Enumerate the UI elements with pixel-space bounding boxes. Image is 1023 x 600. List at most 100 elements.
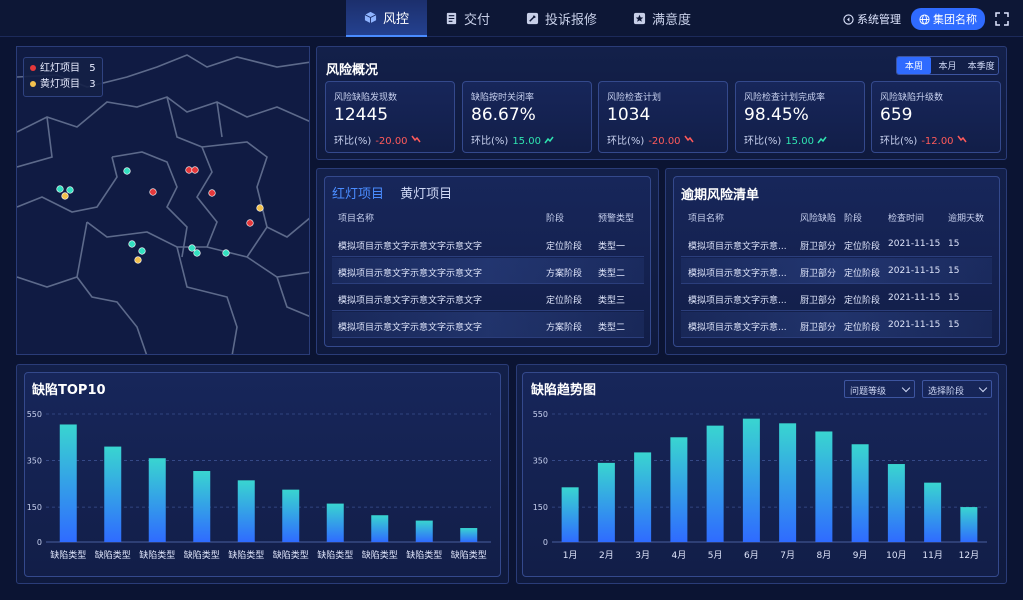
bar[interactable] bbox=[670, 437, 688, 542]
x-tick-label: 缺陷类型 bbox=[317, 549, 353, 561]
document-icon bbox=[446, 12, 457, 25]
cell-warning-type: 类型二 bbox=[598, 323, 626, 333]
stage-select-value: 选择阶段 bbox=[928, 387, 965, 397]
bar[interactable] bbox=[326, 503, 344, 542]
column-header-overdue-days: 逾期天数 bbox=[948, 214, 985, 224]
nav-tab-delivery[interactable]: 交付 bbox=[427, 0, 508, 37]
x-tick-label: 2月 bbox=[599, 550, 614, 561]
chevron-down-icon bbox=[901, 383, 911, 393]
stage-select[interactable]: 选择阶段 bbox=[922, 380, 992, 398]
bar[interactable] bbox=[924, 482, 942, 542]
bar[interactable] bbox=[415, 520, 433, 542]
period-tab-week[interactable]: 本周 bbox=[897, 57, 931, 74]
kpi-compare: 环比(%) -20.00 bbox=[334, 132, 421, 147]
legend-item-yellow[interactable]: 黄灯项目 3 bbox=[30, 77, 96, 93]
bar[interactable] bbox=[887, 464, 905, 542]
x-tick-label: 9月 bbox=[853, 550, 868, 561]
period-tab-month[interactable]: 本月 bbox=[931, 57, 965, 74]
table-row[interactable]: 模拟项目示意文字示意文字示意文字 定位阶段 类型一 bbox=[332, 231, 644, 257]
bar[interactable] bbox=[779, 423, 797, 542]
kpi-compare: 环比(%) -12.00 bbox=[880, 132, 967, 147]
yellow-project-marker bbox=[61, 192, 69, 200]
kpi-card-close-rate[interactable]: 缺陷按时关闭率 86.67% 环比(%) 15.00 bbox=[462, 81, 592, 153]
project-map[interactable]: 红灯项目 5 黄灯项目 3 bbox=[16, 46, 310, 355]
bar[interactable] bbox=[104, 446, 122, 542]
tab-red-light-projects[interactable]: 红灯项目 bbox=[332, 187, 384, 202]
x-tick-label: 缺陷类型 bbox=[139, 549, 175, 561]
bar[interactable] bbox=[706, 425, 724, 542]
x-tick-label: 8月 bbox=[817, 550, 832, 561]
cell-project-name: 模拟项目示意文字示意... bbox=[688, 242, 787, 252]
bar[interactable] bbox=[371, 515, 389, 542]
table-row[interactable]: 模拟项目示意文字示意... 厨卫部分 定位阶段 2021-11-15 15 bbox=[681, 258, 992, 284]
x-tick-label: 缺陷类型 bbox=[362, 549, 398, 561]
kpi-compare-label: 环比(%) bbox=[744, 136, 782, 147]
kpi-compare-label: 环比(%) bbox=[607, 136, 645, 147]
red-project-marker bbox=[149, 188, 157, 196]
tab-yellow-light-projects[interactable]: 黄灯项目 bbox=[400, 187, 452, 202]
bar[interactable] bbox=[851, 444, 869, 542]
nav-tab-complaints[interactable]: 投诉报修 bbox=[508, 0, 615, 37]
bar[interactable] bbox=[815, 431, 833, 542]
y-tick-label: 150 bbox=[533, 503, 548, 512]
x-tick-label: 5月 bbox=[708, 550, 723, 561]
bar[interactable] bbox=[282, 489, 300, 542]
kpi-label: 风险检查计划 bbox=[607, 93, 662, 103]
kpi-card-inspection-plans[interactable]: 风险检查计划 1034 环比(%) -20.00 bbox=[598, 81, 728, 153]
cell-overdue-days: 15 bbox=[948, 239, 960, 249]
table-row[interactable]: 模拟项目示意文字示意文字示意文字 定位阶段 类型三 bbox=[332, 285, 644, 311]
group-name-button[interactable]: 集团名称 bbox=[911, 8, 985, 30]
kpi-card-defects-found[interactable]: 风险缺陷发现数 12445 环比(%) -20.00 bbox=[325, 81, 455, 153]
trend-down-icon bbox=[410, 135, 421, 143]
bar[interactable] bbox=[193, 471, 211, 542]
cell-check-time: 2021-11-15 bbox=[888, 293, 941, 303]
kpi-card-defect-escalations[interactable]: 风险缺陷升级数 659 环比(%) -12.00 bbox=[871, 81, 1001, 153]
table-row[interactable]: 模拟项目示意文字示意文字示意文字 方案阶段 类型二 bbox=[332, 312, 644, 338]
cell-risk-defect: 厨卫部分 bbox=[800, 269, 837, 279]
kpi-delta: 15.00 bbox=[512, 136, 541, 147]
table-row[interactable]: 模拟项目示意文字示意... 厨卫部分 定位阶段 2021-11-15 15 bbox=[681, 231, 992, 257]
bar[interactable] bbox=[148, 458, 166, 542]
y-tick-label: 350 bbox=[533, 457, 548, 466]
cell-warning-type: 类型一 bbox=[598, 242, 626, 252]
cell-stage: 定位阶段 bbox=[844, 242, 881, 252]
project-marker bbox=[193, 249, 201, 257]
bar[interactable] bbox=[59, 424, 77, 542]
issue-level-select[interactable]: 问题等级 bbox=[844, 380, 915, 398]
legend-label: 红灯项目 bbox=[40, 63, 80, 74]
red-project-marker bbox=[191, 166, 199, 174]
nav-tab-satisfaction[interactable]: 满意度 bbox=[615, 0, 709, 37]
cell-project-name: 模拟项目示意文字示意文字示意文字 bbox=[338, 242, 483, 252]
bar[interactable] bbox=[742, 418, 760, 542]
nav-tab-risk[interactable]: 风控 bbox=[346, 0, 428, 37]
period-tab-quarter[interactable]: 本季度 bbox=[964, 57, 998, 74]
bar[interactable] bbox=[460, 528, 478, 542]
red-project-marker bbox=[185, 166, 193, 174]
table-row[interactable]: 模拟项目示意文字示意... 厨卫部分 定位阶段 2021-11-15 15 bbox=[681, 285, 992, 311]
bar[interactable] bbox=[597, 462, 615, 542]
x-tick-label: 缺陷类型 bbox=[184, 549, 220, 561]
system-management-button[interactable]: 系统管理 bbox=[843, 11, 901, 27]
nav-tab-label: 投诉报修 bbox=[545, 13, 598, 28]
yellow-dot-icon bbox=[30, 81, 36, 87]
table-row[interactable]: 模拟项目示意文字示意文字示意文字 方案阶段 类型二 bbox=[332, 258, 644, 284]
cell-project-name: 模拟项目示意文字示意... bbox=[688, 269, 787, 279]
map-legend: 红灯项目 5 黄灯项目 3 bbox=[23, 57, 103, 97]
kpi-card-plan-completion[interactable]: 风险检查计划完成率 98.45% 环比(%) 15.00 bbox=[735, 81, 865, 153]
x-tick-label: 3月 bbox=[635, 550, 650, 561]
bar[interactable] bbox=[237, 480, 255, 542]
x-tick-label: 缺陷类型 bbox=[95, 549, 131, 561]
yellow-project-marker bbox=[134, 256, 142, 264]
top-bar: 风控 交付 投诉报修 满意度 系统管理 集团名称 bbox=[0, 0, 1023, 37]
bar[interactable] bbox=[634, 452, 652, 542]
cell-warning-type: 类型三 bbox=[598, 296, 626, 306]
kpi-value: 98.45% bbox=[744, 105, 809, 125]
x-tick-label: 1月 bbox=[563, 550, 578, 561]
table-row[interactable]: 模拟项目示意文字示意... 厨卫部分 定位阶段 2021-11-15 15 bbox=[681, 312, 992, 338]
nav-tab-label: 满意度 bbox=[652, 13, 692, 28]
fullscreen-icon[interactable] bbox=[995, 12, 1009, 26]
bar[interactable] bbox=[561, 487, 579, 542]
legend-item-red[interactable]: 红灯项目 5 bbox=[30, 61, 96, 77]
bar[interactable] bbox=[960, 507, 978, 542]
kpi-compare: 环比(%) 15.00 bbox=[744, 132, 827, 147]
